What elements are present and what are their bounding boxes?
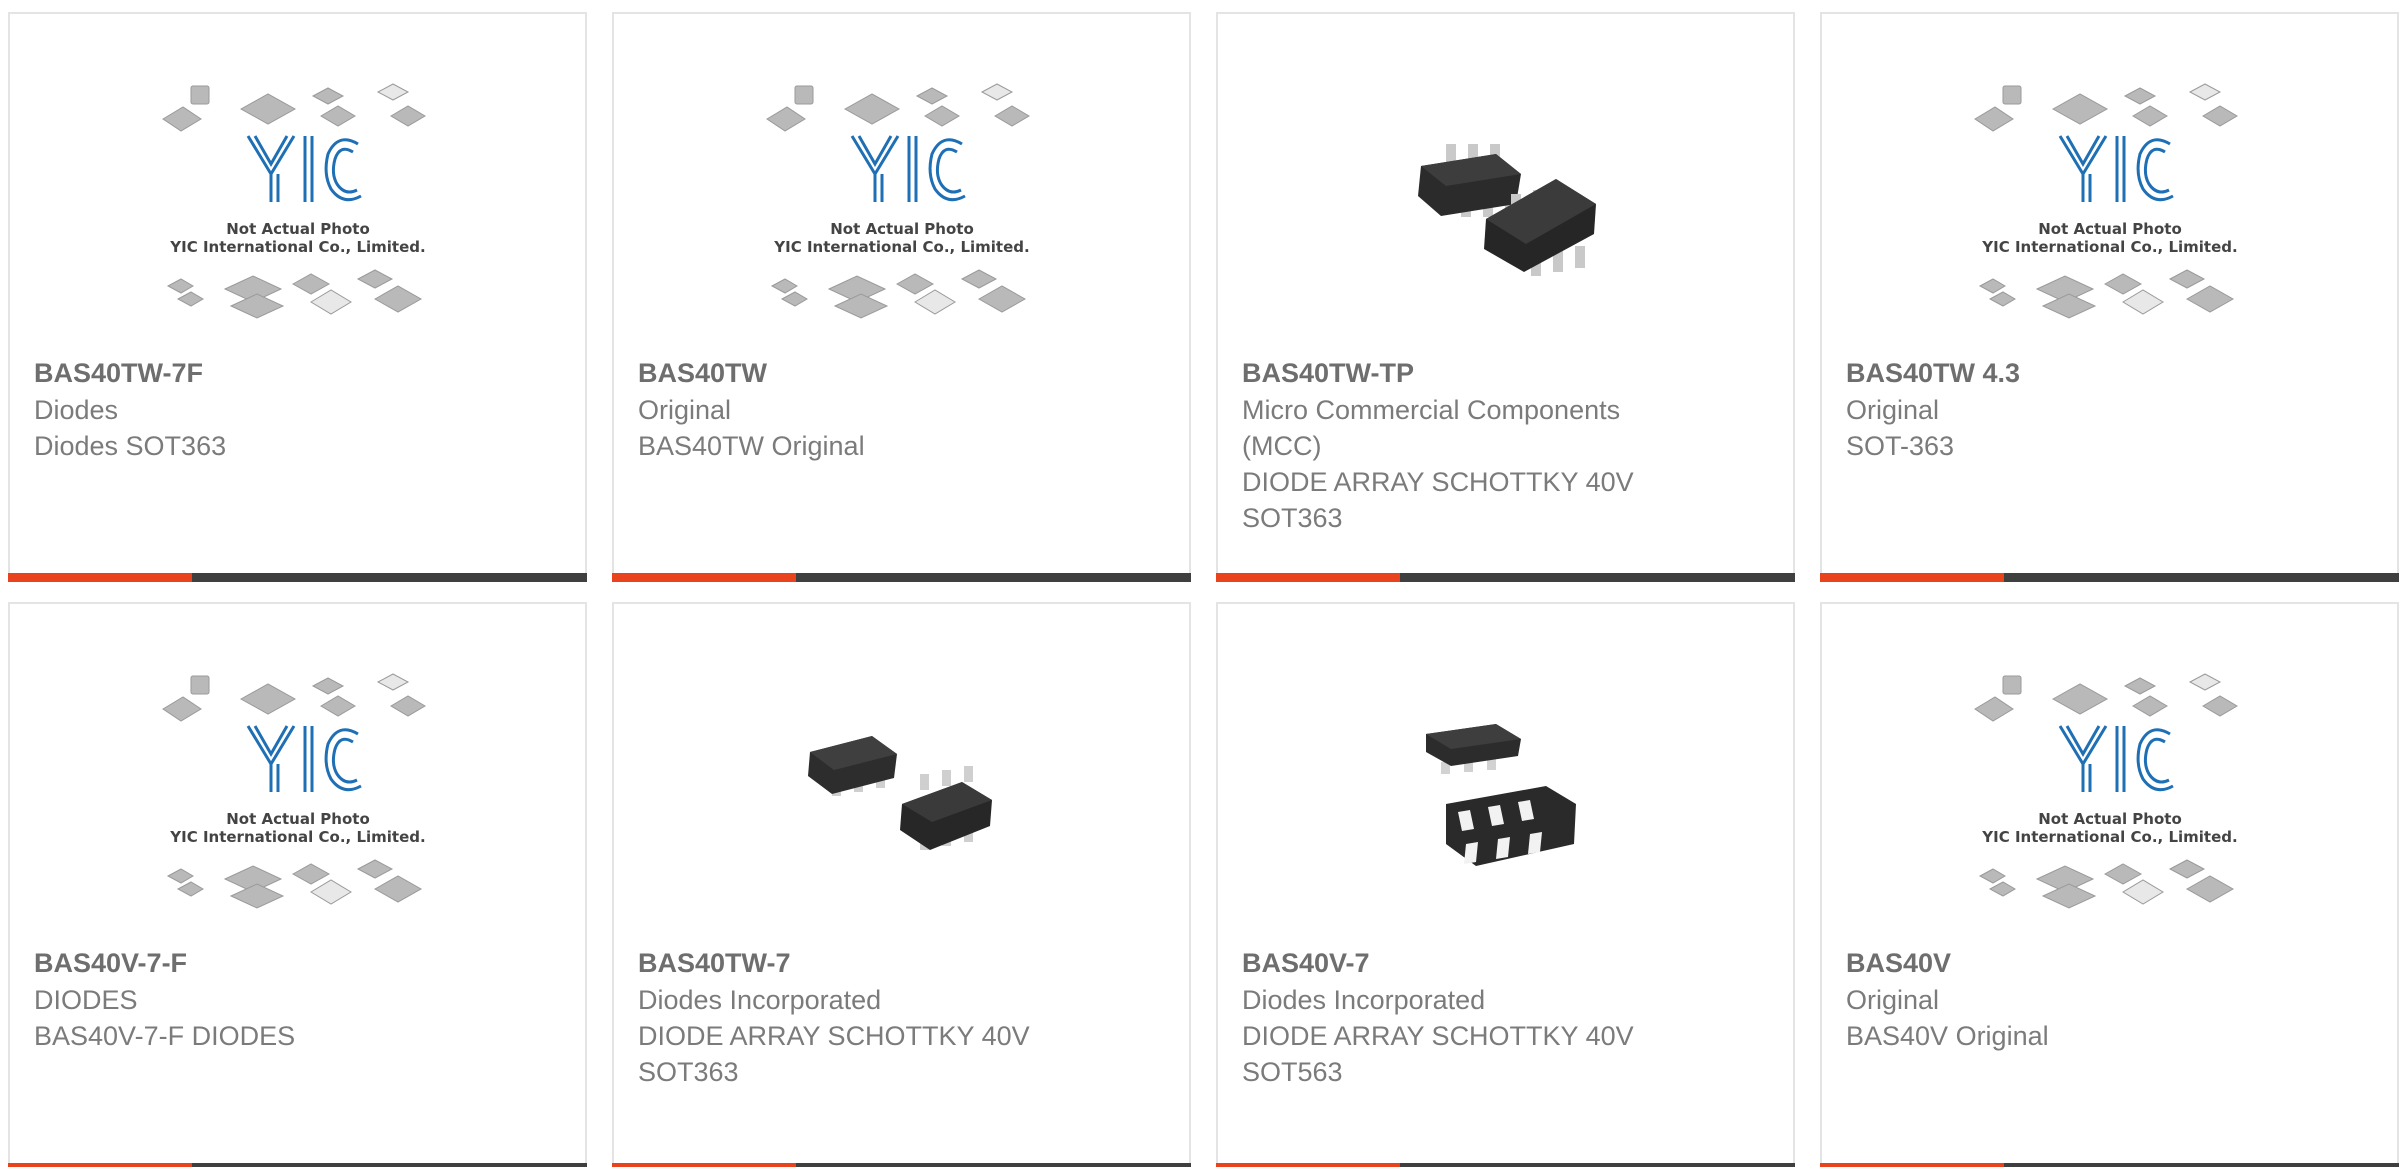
product-image[interactable]: Not Actual Photo YIC International Co., … [10,54,585,354]
card-bottom-bar [1216,573,1795,582]
placeholder-line2: YIC International Co., Limited. [169,828,425,846]
product-card[interactable]: Not Actual Photo YIC International Co., … [1820,12,2399,582]
manufacturer: Original [1846,985,1940,1015]
card-accent [612,1163,796,1167]
product-image[interactable] [614,644,1189,944]
card-accent [8,1163,192,1167]
manufacturer: Original [638,395,732,425]
card-bottom-bar [1820,573,2399,582]
card-bottom-bar [8,1163,587,1167]
part-number[interactable]: BAS40V-7-F [34,944,475,982]
part-number[interactable]: BAS40TW 4.3 [1846,354,2287,392]
yic-placeholder-image: Not Actual Photo YIC International Co., … [161,83,426,319]
product-image[interactable]: Not Actual Photo YIC International Co., … [1822,54,2397,354]
description: DIODE ARRAY SCHOTTKY 40V SOT363 [638,1021,1030,1087]
manufacturer: DIODES [34,985,138,1015]
product-card[interactable]: Not Actual Photo YIC International Co., … [1820,602,2399,1167]
description: BAS40V-7-F DIODES [34,1021,296,1051]
placeholder-line2: YIC International Co., Limited. [773,238,1029,256]
manufacturer: Original [1846,395,1940,425]
part-number[interactable]: BAS40TW-TP [1242,354,1683,392]
manufacturer: Diodes Incorporated [1242,985,1486,1015]
description: DIODE ARRAY SCHOTTKY 40V SOT563 [1242,1021,1634,1087]
part-number[interactable]: BAS40V [1846,944,2287,982]
placeholder-line2: YIC International Co., Limited. [169,238,425,256]
card-accent [612,573,796,582]
yic-placeholder-image: Not Actual Photo YIC International Co., … [161,673,426,909]
part-number[interactable]: BAS40V-7 [1242,944,1683,982]
product-image[interactable] [1218,54,1793,354]
card-bottom-bar [612,1163,1191,1167]
description: DIODE ARRAY SCHOTTKY 40V SOT363 [1242,467,1634,533]
description: Diodes SOT363 [34,431,227,461]
placeholder-line2: YIC International Co., Limited. [1981,238,2237,256]
product-image[interactable]: Not Actual Photo YIC International Co., … [614,54,1189,354]
card-accent [1820,1163,2004,1167]
placeholder-line1: Not Actual Photo [226,220,370,238]
card-accent [8,573,192,582]
placeholder-line2: YIC International Co., Limited. [1981,828,2237,846]
product-card[interactable]: BAS40TW-7 Diodes Incorporated DIODE ARRA… [612,602,1191,1167]
part-number[interactable]: BAS40TW [638,354,1079,392]
card-accent [1820,573,2004,582]
part-number[interactable]: BAS40TW-7 [638,944,1079,982]
card-accent [1216,573,1400,582]
product-image[interactable]: Not Actual Photo YIC International Co., … [10,644,585,944]
description: BAS40TW Original [638,431,865,461]
card-bottom-bar [1820,1163,2399,1167]
card-bottom-bar [612,573,1191,582]
product-card[interactable]: Not Actual Photo YIC International Co., … [612,12,1191,582]
product-image[interactable]: Not Actual Photo YIC International Co., … [1822,644,2397,944]
product-card[interactable]: Not Actual Photo YIC International Co., … [8,12,587,582]
yic-placeholder-image: Not Actual Photo YIC International Co., … [1973,83,2238,319]
product-card[interactable]: BAS40TW-TP Micro Commercial Components (… [1216,12,1795,582]
description: BAS40V Original [1846,1021,2049,1051]
part-number[interactable]: BAS40TW-7F [34,354,475,392]
product-grid: Not Actual Photo YIC International Co., … [0,0,2400,1167]
yic-placeholder-image: Not Actual Photo YIC International Co., … [765,83,1030,319]
manufacturer: Micro Commercial Components (MCC) [1242,395,1621,461]
manufacturer: Diodes Incorporated [638,985,882,1015]
placeholder-line1: Not Actual Photo [2038,810,2182,828]
product-card[interactable]: BAS40V-7 Diodes Incorporated DIODE ARRAY… [1216,602,1795,1167]
yic-placeholder-image: Not Actual Photo YIC International Co., … [1973,673,2238,909]
placeholder-line1: Not Actual Photo [2038,220,2182,238]
product-card[interactable]: Not Actual Photo YIC International Co., … [8,602,587,1167]
description: SOT-363 [1846,431,1955,461]
card-accent [1216,1163,1400,1167]
manufacturer: Diodes [34,395,119,425]
card-bottom-bar [8,573,587,582]
placeholder-line1: Not Actual Photo [830,220,974,238]
product-image[interactable] [1218,644,1793,944]
placeholder-line1: Not Actual Photo [226,810,370,828]
sot563-photo [1425,724,1576,866]
card-bottom-bar [1216,1163,1795,1167]
sot363-photo [807,736,992,850]
sot363-photo [1417,144,1596,276]
